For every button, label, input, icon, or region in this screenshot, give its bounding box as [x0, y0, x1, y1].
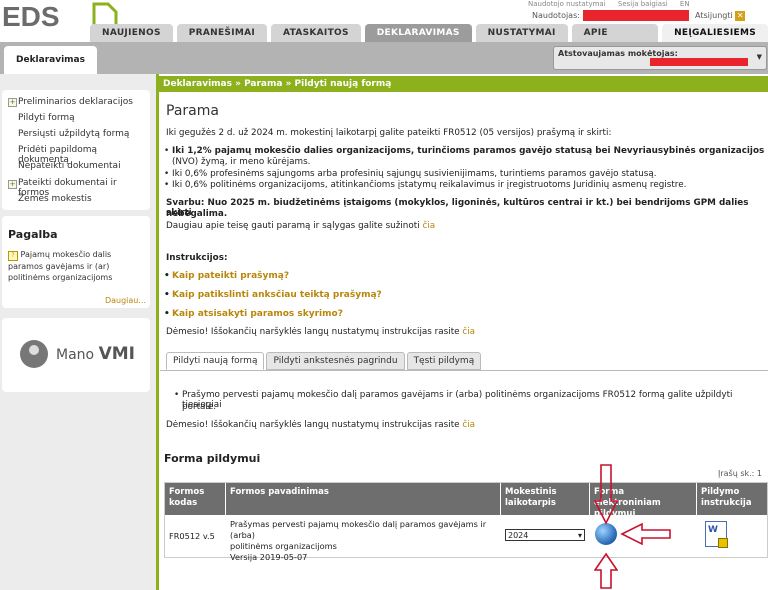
menu-item-persiusti[interactable]: Persiųsti užpildytą formą — [18, 129, 129, 139]
tab-ataskaitos[interactable]: ATASKAITOS — [271, 24, 361, 42]
tab-testi-pildyma[interactable]: Tęsti pildymą — [406, 352, 482, 370]
help-question[interactable]: ? Pajamų mokesčio dalis paramos gavėjams… — [8, 249, 146, 283]
mano-vmi-banner[interactable]: Mano VMI — [2, 318, 150, 392]
record-count: Įrašų sk.: 1 — [717, 469, 762, 478]
expand-icon[interactable]: + — [8, 98, 17, 107]
tab-naujienos[interactable]: NAUJIENOS — [90, 24, 173, 42]
logout-icon[interactable]: ✕ — [735, 10, 746, 21]
tab-content-line1: Prašymo pervesti pajamų mokesčio dalį pa… — [174, 390, 768, 410]
menu-item-preliminarios[interactable]: Preliminarios deklaracijos — [18, 97, 133, 107]
bullet-1-cont: (NVO) žymą, ir meno kūrėjams. — [172, 157, 311, 167]
tab-pranesimai[interactable]: PRANEŠIMAI — [176, 24, 268, 42]
help-panel: Pagalba ? Pajamų mokesčio dalis paramos … — [2, 216, 150, 308]
cell-form-name: Prašymas pervesti pajamų mokesčio dalį p… — [230, 519, 487, 562]
instruction-link-2[interactable]: Kaip patikslinti anksčiau teiktą prašymą… — [164, 290, 382, 300]
cell-form-code: FR0512 v.5 — [169, 531, 215, 541]
form-tabs: Pildyti naują formą Pildyti ankstesnės p… — [166, 352, 482, 370]
session-info: Sesija baigiasi — [617, 0, 668, 8]
header-form-code: Formos kodas — [165, 483, 225, 515]
user-settings-link[interactable]: Naudotojo nustatymai — [528, 0, 606, 8]
payer-label: Atstovaujamas mokėtojas: — [558, 49, 678, 58]
tab-deklaravimas[interactable]: DEKLARAVIMAS — [364, 24, 472, 42]
notice-line3: Daugiau apie teisę gauti paramą ir sąlyg… — [166, 221, 436, 231]
tab-pildyti-nauja[interactable]: Pildyti naują formą — [166, 352, 265, 370]
help-more-link[interactable]: Daugiau... — [105, 296, 146, 305]
instructions-label: Instrukcijos: — [166, 253, 228, 263]
tab-content-line2: portale. — [182, 402, 217, 412]
tab-divider — [160, 370, 768, 371]
tab-popup-note-link[interactable]: čia — [462, 420, 475, 430]
tab-nustatymai[interactable]: NUSTATYMAI — [475, 24, 568, 42]
tab-popup-note: Dėmesio! Iššokančių naršyklės langų nust… — [166, 420, 476, 430]
menu-item-nepateikti[interactable]: Nepateikti dokumentai — [18, 161, 121, 171]
person-icon — [20, 340, 48, 368]
language-link[interactable]: EN — [680, 0, 690, 8]
notice-link[interactable]: čia — [422, 221, 435, 231]
bullet-1: Iki 1,2% pajamų mokesčio dalies organiza… — [164, 146, 764, 156]
tab-neigaliesiems[interactable]: NEĮGALIESIEMS — [662, 24, 768, 42]
intro-text: Iki gegužės 2 d. už 2024 m. mokestinį la… — [166, 128, 612, 138]
sidebar-menu: + Preliminarios deklaracijos Pildyti for… — [2, 90, 150, 210]
arrow-down-icon — [594, 464, 618, 525]
menu-item-zemes-mokestis[interactable]: Žemės mokestis — [18, 194, 92, 204]
instruction-link-1[interactable]: Kaip pateikti prašymą? — [164, 271, 289, 281]
word-document-icon[interactable]: W — [705, 521, 728, 548]
notice-line1: Svarbu: Nuo 2025 m. biudžetinėms įstaigo… — [166, 198, 749, 218]
logout-link[interactable]: Atsijungti — [695, 11, 733, 20]
info-icon: ? — [8, 251, 18, 261]
redacted-username — [582, 10, 689, 21]
user-line: Naudotojas: Atsijungti ✕ — [528, 10, 768, 24]
top-utility-bar: Naudotojo nustatymai Sesija baigiasi EN — [528, 0, 768, 8]
arrow-up-icon — [594, 552, 618, 589]
redacted-payer — [650, 58, 748, 66]
subtab-deklaravimas[interactable]: Deklaravimas — [4, 46, 97, 74]
header-period: Mokestinis laikotarpis — [501, 483, 589, 515]
chevron-down-icon: ▼ — [756, 53, 762, 61]
mano-vmi-logo: Mano VMI — [56, 344, 135, 364]
instruction-link-3[interactable]: Kaip atsisakyti paramos skyrimo? — [164, 309, 343, 319]
main-nav: NAUJIENOS PRANEŠIMAI ATASKAITOS DEKLARAV… — [90, 24, 768, 74]
header-form-name[interactable]: Formos pavadinimas — [226, 483, 500, 515]
tab-apie-formu-teikima[interactable]: APIE FORMŲ TEIKIMĄ — [571, 24, 659, 74]
popup-note-link[interactable]: čia — [462, 327, 475, 337]
arrow-left-icon — [620, 522, 671, 546]
popup-note: Dėmesio! Iššokančių naršyklės langų nust… — [166, 327, 476, 337]
user-label: Naudotojas: — [532, 11, 580, 20]
logo-text: EDS — [2, 2, 60, 28]
help-title: Pagalba — [8, 228, 58, 241]
tab-pildyti-ankstesnes[interactable]: Pildyti ankstesnės pagrindu — [266, 352, 405, 370]
payer-select[interactable]: Atstovaujamas mokėtojas: ▼ — [553, 46, 767, 70]
help-question-text[interactable]: Pajamų mokesčio dalis paramos gavėjams i… — [8, 250, 112, 282]
bullet-2: Iki 0,6% profesinėms sąjungoms arba prof… — [164, 169, 657, 179]
header-instruction: Pildymo instrukcija — [697, 483, 767, 515]
globe-icon[interactable] — [595, 523, 617, 545]
period-select[interactable]: 2024 — [505, 529, 585, 542]
forms-table: Formos kodas Formos pavadinimas Mokestin… — [164, 482, 768, 562]
accent-divider — [156, 74, 159, 590]
expand-icon[interactable]: + — [8, 180, 17, 189]
bullet-3: Iki 0,6% politinėms organizacijoms, atit… — [164, 180, 686, 190]
page-title: Parama — [166, 103, 219, 119]
breadcrumb: Deklaravimas » Parama » Pildyti naują fo… — [159, 76, 768, 92]
menu-item-pildyti-forma[interactable]: Pildyti formą — [18, 113, 75, 123]
form-section-title: Forma pildymui — [164, 452, 261, 465]
notice-line2: nebegalima. — [166, 209, 228, 219]
